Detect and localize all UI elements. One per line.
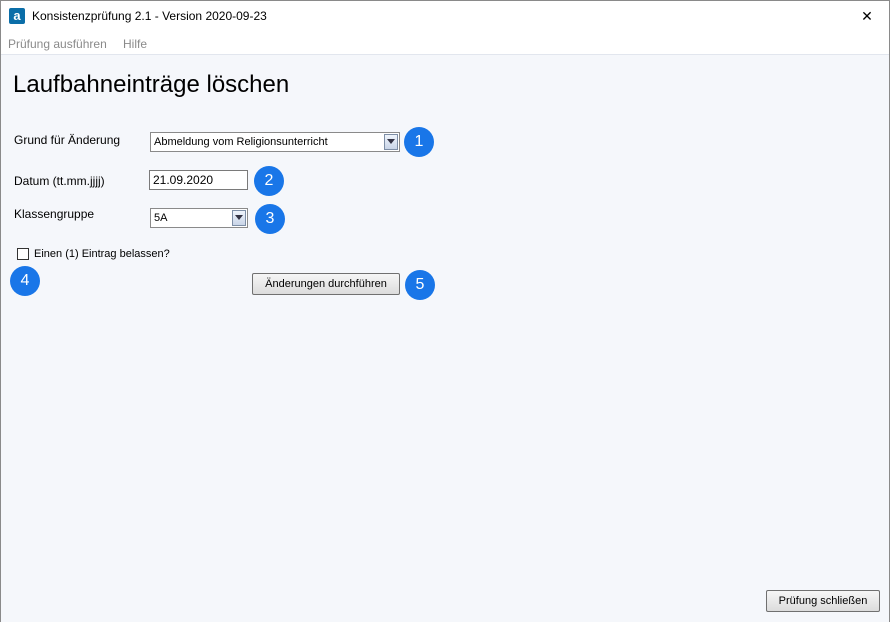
menu-item-run-check[interactable]: Prüfung ausführen <box>8 37 107 51</box>
menu-item-help[interactable]: Hilfe <box>123 37 147 51</box>
keep-entry-checkbox[interactable] <box>17 248 29 260</box>
date-field-box <box>149 170 248 190</box>
reason-label: Grund für Änderung <box>14 133 121 147</box>
step-badge-1: 1 <box>404 127 434 157</box>
menu-bar: Prüfung ausführen Hilfe <box>1 32 889 54</box>
app-window: a Konsistenzprüfung 2.1 - Version 2020-0… <box>0 0 890 622</box>
date-field[interactable] <box>153 173 243 187</box>
class-group-label: Klassengruppe <box>14 207 95 221</box>
page-title: Laufbahneinträge löschen <box>13 71 290 98</box>
class-group-select[interactable]: 5A <box>150 208 248 228</box>
chevron-down-icon[interactable] <box>384 134 398 150</box>
step-badge-4: 4 <box>10 266 40 296</box>
app-logo-icon: a <box>9 8 25 24</box>
step-badge-3: 3 <box>255 204 285 234</box>
reason-select-value: Abmeldung vom Religionsunterricht <box>154 136 328 148</box>
reason-select[interactable]: Abmeldung vom Religionsunterricht <box>150 132 400 152</box>
title-bar: a Konsistenzprüfung 2.1 - Version 2020-0… <box>1 1 889 31</box>
chevron-down-icon[interactable] <box>232 210 246 226</box>
class-group-select-value: 5A <box>154 212 168 224</box>
close-icon[interactable]: ✕ <box>845 1 889 31</box>
keep-entry-label: Einen (1) Eintrag belassen? <box>34 248 170 260</box>
step-badge-2: 2 <box>254 166 284 196</box>
apply-changes-button[interactable]: Änderungen durchführen <box>252 273 400 295</box>
date-label: Datum (tt.mm.jjjj) <box>14 174 105 188</box>
main-content: Laufbahneinträge löschen Grund für Änder… <box>1 54 889 622</box>
window-title: Konsistenzprüfung 2.1 - Version 2020-09-… <box>32 9 267 23</box>
close-check-button[interactable]: Prüfung schließen <box>766 590 880 612</box>
step-badge-5: 5 <box>405 270 435 300</box>
